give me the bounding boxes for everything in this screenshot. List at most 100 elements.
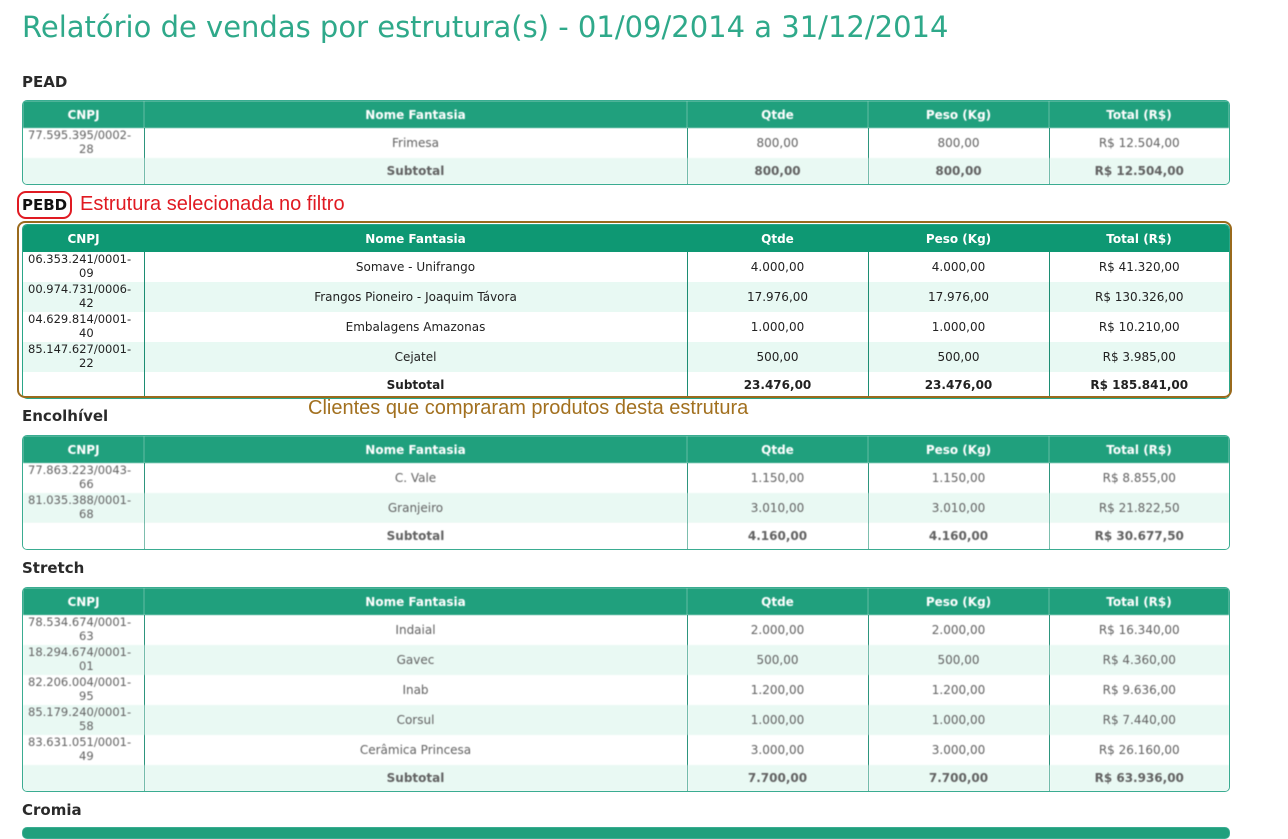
qtde-cell: 500,00 [686,342,868,372]
table-row[interactable]: 85.147.627/0001- 22 Cejatel 500,00 500,00… [23,342,1229,372]
table-pead: CNPJ Nome Fantasia Qtde Peso (Kg) Total … [22,100,1230,185]
column-header-cnpj[interactable]: CNPJ [23,588,144,615]
nome-cell: Embalagens Amazonas [143,312,687,342]
subtotal-row: Subtotal 7.700,00 7.700,00 R$ 63.936,00 [23,765,1229,791]
table-row[interactable]: 06.353.241/0001- 09 Somave - Unifrango 4.… [23,252,1229,282]
nome-cell: C. Vale [143,463,687,493]
table-encolhivel: CNPJ Nome Fantasia Qtde Peso (Kg) Total … [22,435,1230,550]
table-header-row: CNPJ Nome Fantasia Qtde Peso (Kg) Total … [23,436,1229,463]
subtotal-label: Subtotal [143,765,687,791]
column-header-nome-fantasia[interactable]: Nome Fantasia [144,588,687,615]
column-header-peso[interactable]: Peso (Kg) [868,588,1049,615]
subtotal-total: R$ 12.504,00 [1048,158,1229,184]
cnpj-line-1: 18.294.674/0001- [28,645,132,659]
peso-cell: 500,00 [867,342,1049,372]
subtotal-total: R$ 30.677,50 [1048,523,1229,549]
table-row[interactable]: 77.863.223/0043- 66 C. Vale 1.150,00 1.15… [23,463,1229,493]
column-header-qtde[interactable]: Qtde [687,225,868,252]
column-header-cnpj[interactable]: CNPJ [23,101,144,128]
total-cell: R$ 26.160,00 [1048,735,1229,765]
cnpj-cell: 00.974.731/0006- 42 [23,282,144,312]
table-row[interactable]: 83.631.051/0001- 49 Cerâmica Princesa 3.0… [23,735,1229,765]
total-cell: R$ 10.210,00 [1048,312,1229,342]
cnpj-cell: 77.863.223/0043- 66 [23,463,144,493]
table-row[interactable]: 78.534.674/0001- 63 Indaial 2.000,00 2.00… [23,615,1229,645]
cnpj-line-2: 01 [79,659,94,673]
column-header-peso[interactable]: Peso (Kg) [868,225,1049,252]
table-header-row: CNPJ Nome Fantasia Qtde Peso (Kg) Total … [23,588,1229,615]
column-header-total[interactable]: Total (R$) [1049,225,1229,252]
cnpj-line-1: 83.631.051/0001- [28,735,132,749]
nome-cell: Cerâmica Princesa [143,735,687,765]
total-cell: R$ 3.985,00 [1048,342,1229,372]
column-header-qtde[interactable]: Qtde [687,101,868,128]
cnpj-line-1: 85.179.240/0001- [28,705,132,719]
cnpj-line-1: 78.534.674/0001- [28,615,132,629]
nome-cell: Frangos Pioneiro - Joaquim Távora [143,282,687,312]
column-header-qtde[interactable]: Qtde [687,588,868,615]
table-row[interactable]: 85.179.240/0001- 58 Corsul 1.000,00 1.000… [23,705,1229,735]
column-header-total[interactable]: Total (R$) [1049,436,1229,463]
peso-cell: 1.150,00 [867,463,1049,493]
nome-cell: Cejatel [143,342,687,372]
empty-cell [23,765,144,791]
cnpj-cell: 81.035.388/0001- 68 [23,493,144,523]
total-cell: R$ 7.440,00 [1048,705,1229,735]
cnpj-line-1: 82.206.004/0001- [28,675,132,689]
qtde-cell: 1.000,00 [686,312,868,342]
nome-cell: Inab [143,675,687,705]
table-row[interactable]: 00.974.731/0006- 42 Frangos Pioneiro - Jo… [23,282,1229,312]
column-header-cnpj[interactable]: CNPJ [23,436,144,463]
cnpj-line-2: 63 [79,629,94,643]
total-cell: R$ 130.326,00 [1048,282,1229,312]
column-header-nome-fantasia[interactable]: Nome Fantasia [144,225,687,252]
subtotal-label: Subtotal [143,372,687,398]
table-row[interactable]: 82.206.004/0001- 95 Inab 1.200,00 1.200,0… [23,675,1229,705]
total-cell: R$ 4.360,00 [1048,645,1229,675]
cnpj-line-2: 68 [79,507,94,521]
table-row[interactable]: 18.294.674/0001- 01 Gavec 500,00 500,00 R… [23,645,1229,675]
subtotal-peso: 4.160,00 [867,523,1049,549]
table-row[interactable]: 04.629.814/0001- 40 Embalagens Amazonas 1… [23,312,1229,342]
table-cromia [22,827,1230,839]
cnpj-cell: 82.206.004/0001- 95 [23,675,144,705]
empty-cell [23,158,144,184]
nome-cell: Indaial [143,615,687,645]
subtotal-row: Subtotal 23.476,00 23.476,00 R$ 185.841,… [23,372,1229,398]
column-header-nome-fantasia[interactable]: Nome Fantasia [144,436,687,463]
column-header-total[interactable]: Total (R$) [1049,588,1229,615]
cnpj-line-1: 00.974.731/0006- [28,282,132,296]
table-row[interactable]: 77.595.395/0002- 28 Frimesa 800,00 800,00… [23,128,1229,158]
subtotal-qtde: 4.160,00 [686,523,868,549]
cnpj-cell: 04.629.814/0001- 40 [23,312,144,342]
cnpj-cell: 83.631.051/0001- 49 [23,735,144,765]
column-header-qtde[interactable]: Qtde [687,436,868,463]
total-cell: R$ 16.340,00 [1048,615,1229,645]
column-header-cnpj[interactable]: CNPJ [23,225,144,252]
subtotal-qtde: 23.476,00 [686,372,868,398]
table-header-row: CNPJ Nome Fantasia Qtde Peso (Kg) Total … [23,225,1229,252]
column-header-peso[interactable]: Peso (Kg) [868,101,1049,128]
subtotal-total: R$ 63.936,00 [1048,765,1229,791]
subtotal-label: Subtotal [143,523,687,549]
column-header-total[interactable]: Total (R$) [1049,101,1229,128]
cnpj-line-1: 85.147.627/0001- [28,342,132,356]
cnpj-line-2: 28 [79,142,94,156]
nome-cell: Corsul [143,705,687,735]
cnpj-line-2: 49 [79,749,94,763]
column-header-peso[interactable]: Peso (Kg) [868,436,1049,463]
table-stretch: CNPJ Nome Fantasia Qtde Peso (Kg) Total … [22,587,1230,792]
table-pebd: CNPJ Nome Fantasia Qtde Peso (Kg) Total … [22,224,1230,399]
section-title-stretch: Stretch [22,559,85,577]
annotation-selected-filter: Estrutura selecionada no filtro [80,193,345,215]
subtotal-peso: 23.476,00 [867,372,1049,398]
subtotal-qtde: 800,00 [686,158,868,184]
annotation-clients-note: Clientes que compraram produtos desta es… [308,397,749,419]
column-header-nome-fantasia[interactable]: Nome Fantasia [144,101,687,128]
subtotal-row: Subtotal 800,00 800,00 R$ 12.504,00 [23,158,1229,184]
qtde-cell: 1.200,00 [686,675,868,705]
subtotal-peso: 7.700,00 [867,765,1049,791]
cnpj-cell: 78.534.674/0001- 63 [23,615,144,645]
subtotal-peso: 800,00 [867,158,1049,184]
table-row[interactable]: 81.035.388/0001- 68 Granjeiro 3.010,00 3.… [23,493,1229,523]
